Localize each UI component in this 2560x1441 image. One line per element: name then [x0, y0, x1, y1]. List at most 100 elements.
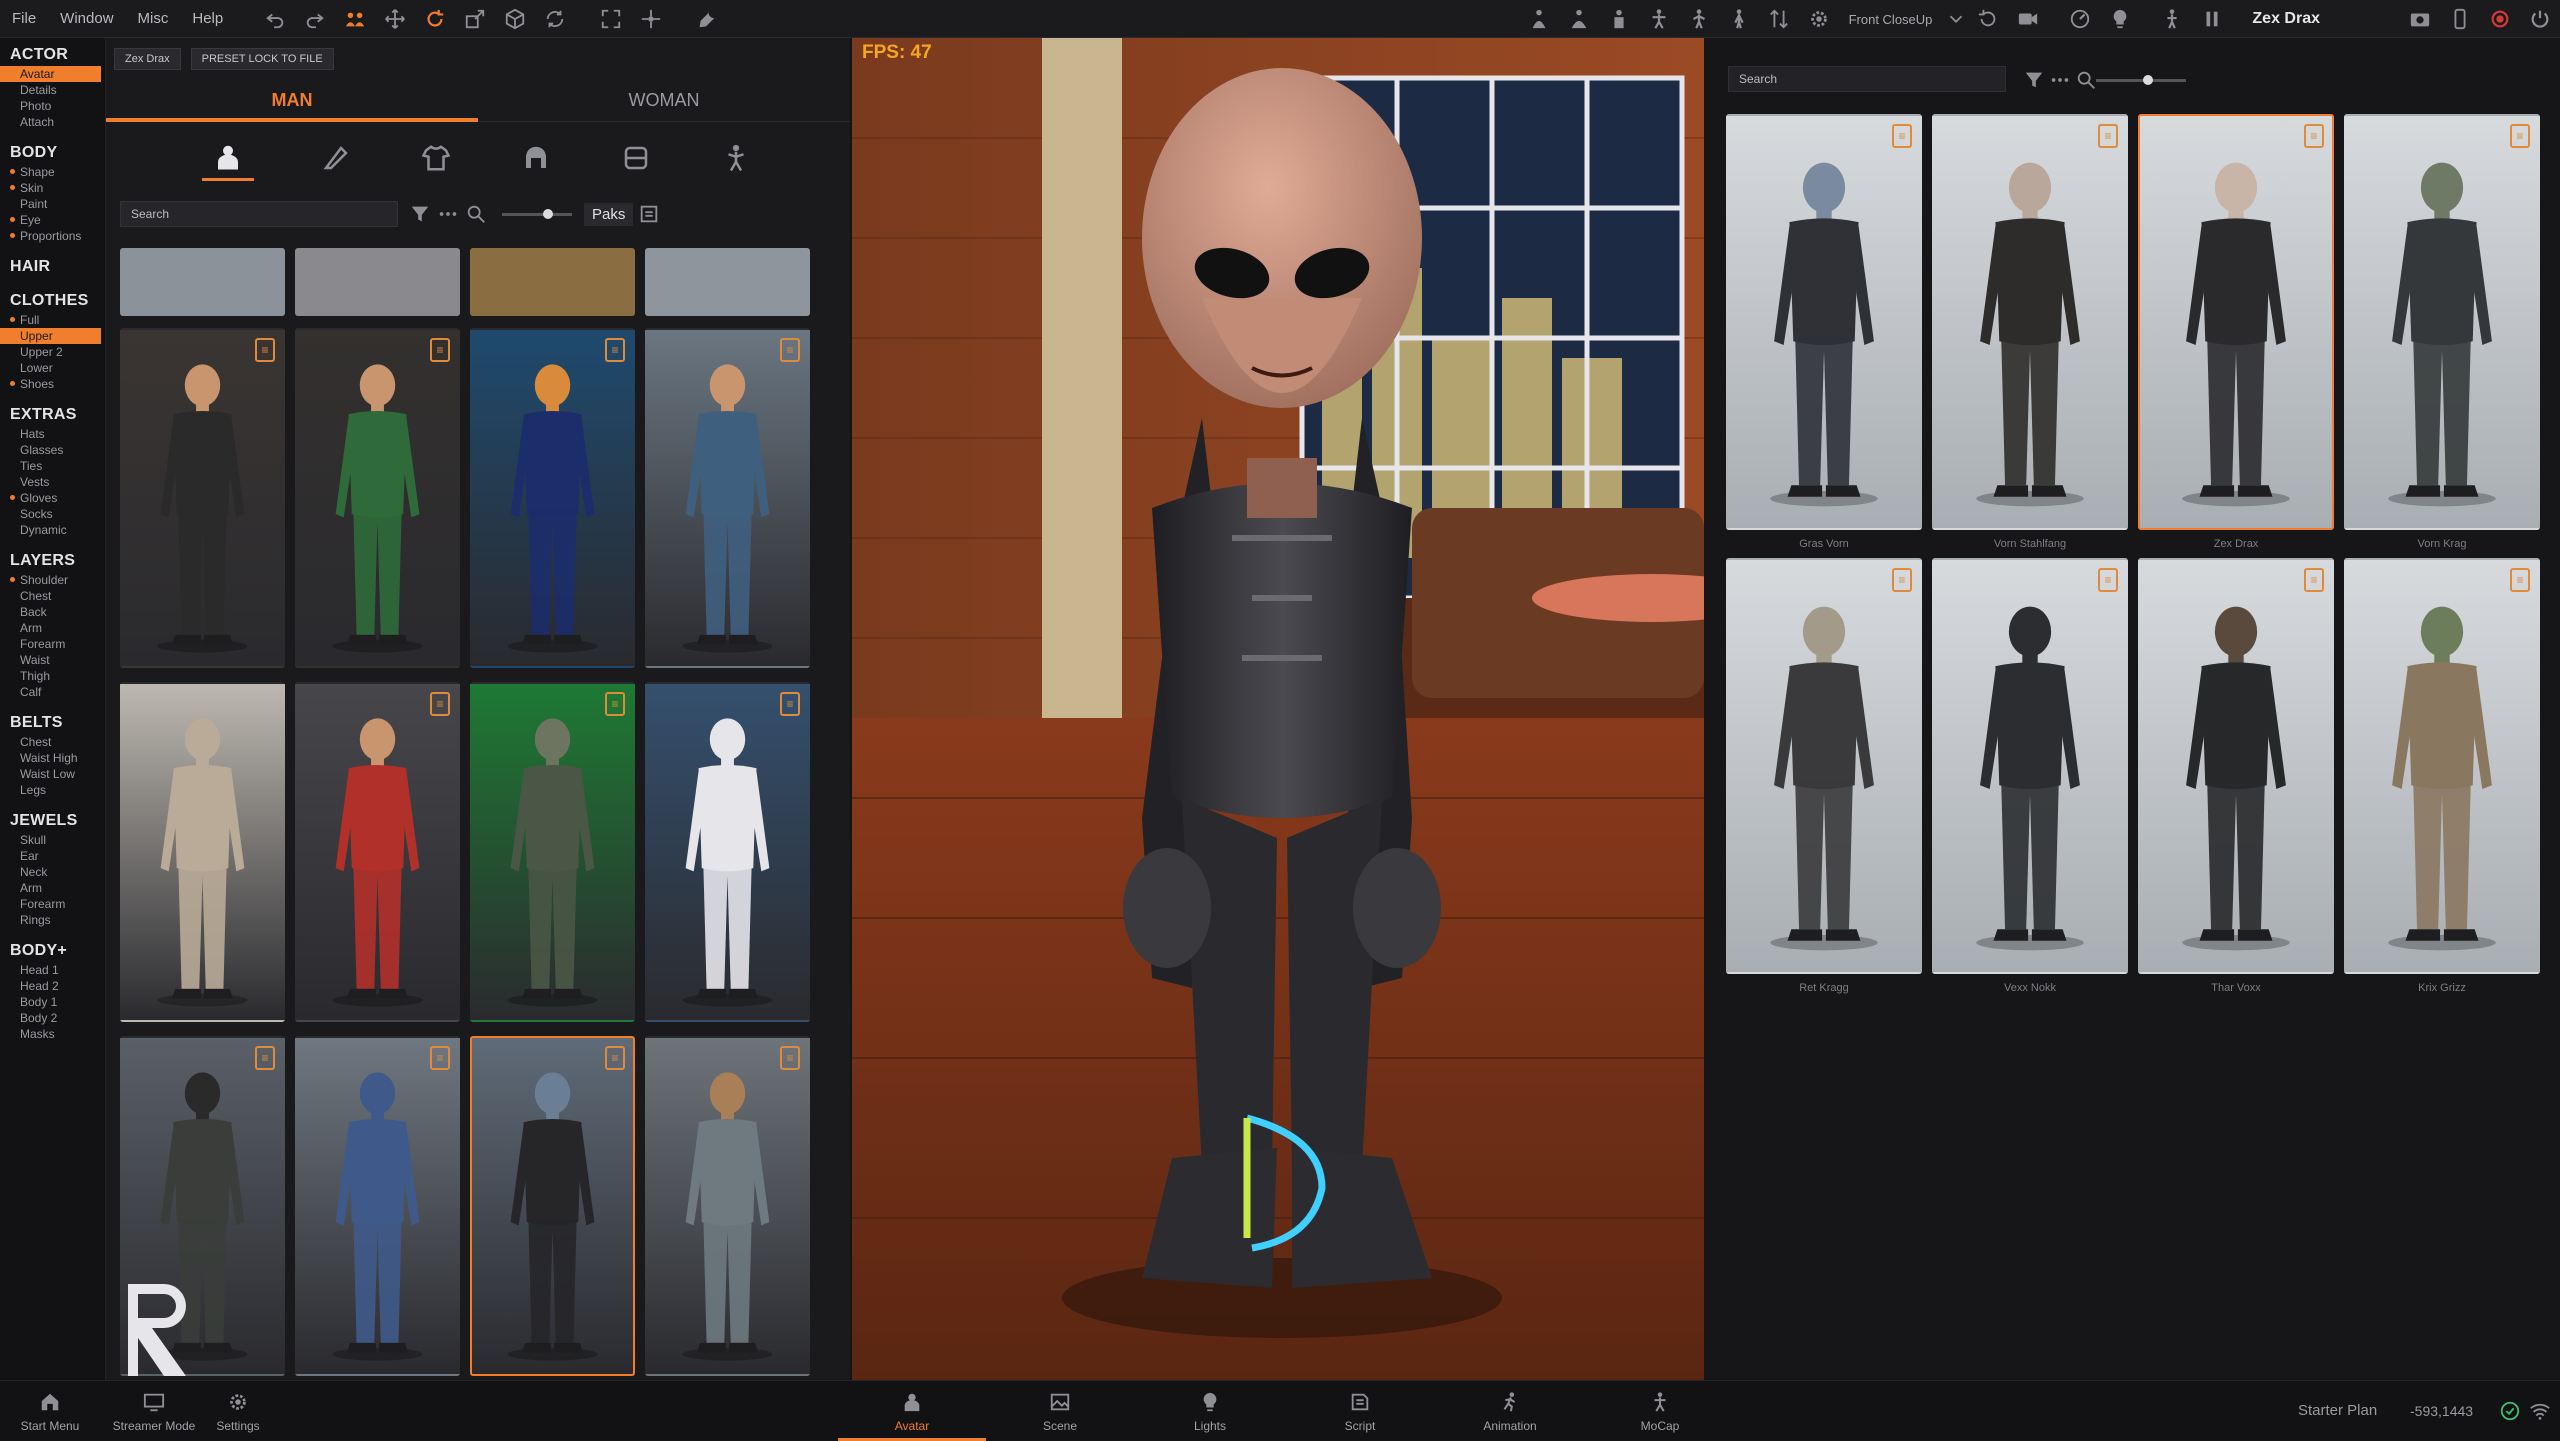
asset-tile[interactable]	[645, 248, 810, 316]
actors-icon[interactable]	[343, 7, 367, 31]
nav-item[interactable]: Paint	[0, 196, 105, 212]
asset-tile[interactable]	[120, 682, 285, 1022]
asset-search-input[interactable]: Search	[120, 201, 398, 227]
chevron-down-icon[interactable]	[1944, 7, 1968, 31]
zoom-icon[interactable]	[464, 202, 488, 226]
pose-icon-5[interactable]	[1687, 7, 1711, 31]
move-icon[interactable]	[383, 7, 407, 31]
nav-item[interactable]: Body 1	[0, 994, 105, 1010]
nav-item[interactable]: Body 2	[0, 1010, 105, 1026]
menu-file[interactable]: File	[0, 10, 48, 27]
zoom-icon[interactable]	[2074, 68, 2098, 92]
asset-tile[interactable]: ≡	[645, 328, 810, 668]
nav-item[interactable]: Details	[0, 82, 105, 98]
tab-animation[interactable]: Animation	[1450, 1381, 1570, 1441]
nav-section-title[interactable]: BODY	[0, 140, 105, 164]
more-icon[interactable]	[436, 202, 460, 226]
nav-item[interactable]: Thigh	[0, 668, 105, 684]
menu-misc[interactable]: Misc	[126, 10, 181, 27]
preset-thumbnail[interactable]: ≡	[2138, 558, 2334, 974]
nav-item[interactable]: Attach	[0, 114, 105, 130]
nav-item[interactable]: Rings	[0, 912, 105, 928]
nav-item[interactable]: Shape	[0, 164, 105, 180]
nav-section-title[interactable]: ACTOR	[0, 42, 105, 66]
nav-item[interactable]: Chest	[0, 734, 105, 750]
camera-select[interactable]: Front CloseUp	[1849, 12, 1933, 27]
nav-item[interactable]: Calf	[0, 684, 105, 700]
cube-icon[interactable]	[503, 7, 527, 31]
wrench-icon[interactable]	[695, 7, 719, 31]
avatar-icon[interactable]	[202, 135, 254, 181]
preset-thumbnail[interactable]: ≡	[2344, 114, 2540, 530]
preset-size-slider[interactable]	[2096, 75, 2186, 85]
pose-icon-1[interactable]	[1527, 7, 1551, 31]
brush-icon[interactable]	[318, 140, 354, 176]
asset-tile[interactable]: ≡	[295, 328, 460, 668]
tab-avatar[interactable]: Avatar	[838, 1381, 986, 1441]
asset-tile[interactable]: ≡	[645, 1036, 810, 1376]
pose-icon-4[interactable]	[1647, 7, 1671, 31]
asset-tile[interactable]	[120, 248, 285, 316]
plan-label[interactable]: Starter Plan	[2298, 1402, 2377, 1419]
tab-mocap[interactable]: MoCap	[1600, 1381, 1720, 1441]
light-bulb-icon[interactable]	[2108, 7, 2132, 31]
fullscreen-icon[interactable]	[599, 7, 623, 31]
preset-thumbnail[interactable]: ≡	[2344, 558, 2540, 974]
transform-gizmo-icon[interactable]	[639, 7, 663, 31]
nav-item[interactable]: Legs	[0, 782, 105, 798]
asset-tile[interactable]: ≡	[120, 328, 285, 668]
nav-item[interactable]: Upper 2	[0, 344, 105, 360]
menu-window[interactable]: Window	[48, 10, 125, 27]
tab-scene[interactable]: Scene	[1000, 1381, 1120, 1441]
nav-item[interactable]: Neck	[0, 864, 105, 880]
preset-thumbnail[interactable]: ≡	[1726, 114, 1922, 530]
nav-item[interactable]: Head 2	[0, 978, 105, 994]
power-icon[interactable]	[2528, 7, 2552, 31]
preset-lock-button[interactable]: PRESET LOCK TO FILE	[190, 48, 334, 70]
tab-woman[interactable]: WOMAN	[478, 80, 850, 121]
asset-tile[interactable]: ≡	[295, 682, 460, 1022]
phone-icon[interactable]	[2448, 7, 2472, 31]
nav-section-title[interactable]: HAIR	[0, 254, 105, 278]
tab-man[interactable]: MAN	[106, 80, 478, 122]
hair-icon[interactable]	[518, 140, 554, 176]
filter-icon[interactable]	[408, 202, 432, 226]
more-icon[interactable]	[2048, 68, 2072, 92]
settings-button[interactable]: Settings	[208, 1381, 268, 1441]
nav-item[interactable]: Shoes	[0, 376, 105, 392]
nav-item[interactable]: Gloves	[0, 490, 105, 506]
nav-item[interactable]: Waist	[0, 652, 105, 668]
nav-item[interactable]: Ties	[0, 458, 105, 474]
nav-item[interactable]: Skin	[0, 180, 105, 196]
redo-icon[interactable]	[303, 7, 327, 31]
asset-tile[interactable]: ≡	[470, 1036, 635, 1376]
pose-icon-3[interactable]	[1607, 7, 1631, 31]
actor-pose-icon[interactable]	[2160, 7, 2184, 31]
tab-script[interactable]: Script	[1300, 1381, 1420, 1441]
3d-viewport[interactable]: FPS: 47	[852, 38, 1704, 1380]
menu-help[interactable]: Help	[180, 10, 235, 27]
preset-search-input[interactable]: Search	[1728, 66, 2006, 92]
asset-tile[interactable]	[295, 248, 460, 316]
nav-item[interactable]: Dynamic	[0, 522, 105, 538]
reset-camera-icon[interactable]	[1976, 7, 2000, 31]
preset-card[interactable]: ≡ Zex Drax	[2138, 114, 2334, 558]
pause-icon[interactable]	[2200, 7, 2224, 31]
nav-item[interactable]: Socks	[0, 506, 105, 522]
nav-section-title[interactable]: CLOTHES	[0, 288, 105, 312]
actor-select[interactable]: Zex Drax	[2252, 10, 2320, 28]
nav-item[interactable]: Eye	[0, 212, 105, 228]
nav-item[interactable]: Vests	[0, 474, 105, 490]
nav-item[interactable]: Waist High	[0, 750, 105, 766]
undo-icon[interactable]	[263, 7, 287, 31]
nav-item[interactable]: Arm	[0, 880, 105, 896]
record-icon[interactable]	[2488, 7, 2512, 31]
preset-card[interactable]: ≡ Vorn Krag	[2344, 114, 2540, 558]
nav-item[interactable]: Head 1	[0, 962, 105, 978]
preset-thumbnail[interactable]: ≡	[1932, 558, 2128, 974]
shirt-icon[interactable]	[418, 140, 454, 176]
nav-item[interactable]: Forearm	[0, 636, 105, 652]
nav-item[interactable]: Hats	[0, 426, 105, 442]
tab-lights[interactable]: Lights	[1150, 1381, 1270, 1441]
thumbnail-size-slider[interactable]	[502, 208, 572, 219]
